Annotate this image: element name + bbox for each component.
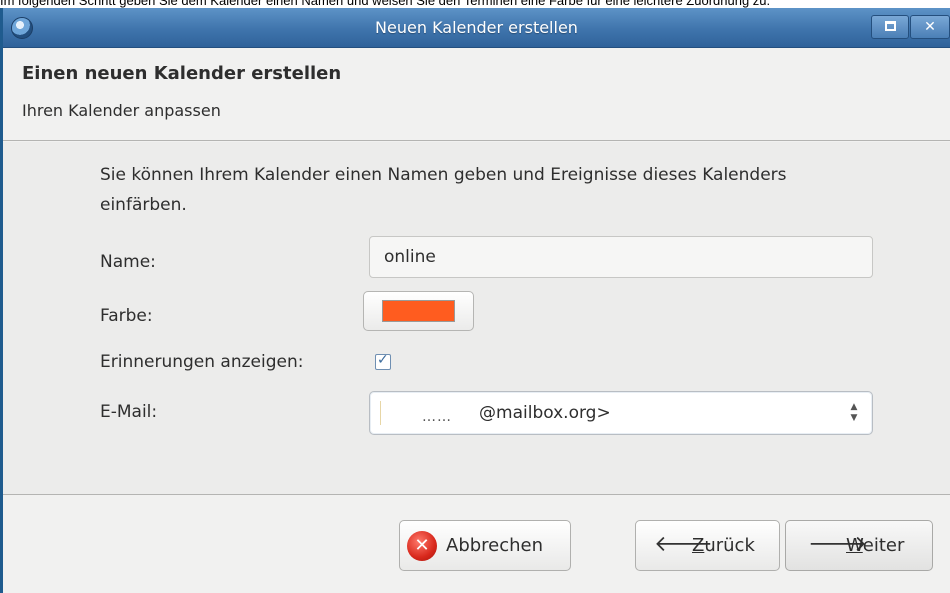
next-mnemonic: W: [846, 535, 863, 556]
email-domain-part: @mailbox.org>: [479, 403, 611, 423]
next-label: Weiter: [846, 521, 904, 570]
new-calendar-dialog: Neuen Kalender erstellen ✕ Einen neuen K…: [0, 8, 950, 593]
spin-up-icon: ▲: [850, 402, 858, 412]
back-label-rest: urück: [704, 535, 755, 556]
wizard-title: Einen neuen Kalender erstellen: [22, 63, 342, 84]
back-mnemonic: Z: [692, 535, 705, 556]
email-select-value: …… @mailbox.org>: [422, 392, 611, 435]
back-button[interactable]: 🡐 Zurück: [635, 520, 780, 571]
reminders-checkbox[interactable]: ✓: [375, 352, 391, 370]
back-label: Zurück: [692, 521, 755, 570]
email-redacted-part: ……: [422, 409, 452, 425]
maximize-button[interactable]: [871, 15, 909, 39]
window-title: Neuen Kalender erstellen: [375, 18, 578, 37]
color-swatch: [382, 300, 455, 322]
email-label: E-Mail:: [100, 402, 158, 422]
wizard-header: Einen neuen Kalender erstellen Ihren Kal…: [3, 49, 950, 141]
name-input[interactable]: online: [369, 236, 873, 278]
next-button[interactable]: 🡒 Weiter: [785, 520, 933, 571]
titlebar[interactable]: Neuen Kalender erstellen ✕: [3, 8, 950, 48]
close-icon: ✕: [924, 19, 936, 35]
wizard-footer: ✕ Abbrechen 🡐 Zurück 🡒 Weiter: [3, 494, 950, 593]
cancel-button[interactable]: ✕ Abbrechen: [399, 520, 571, 571]
intro-text: Sie können Ihrem Kalender einen Namen ge…: [100, 165, 787, 215]
wizard-subtitle: Ihren Kalender anpassen: [22, 101, 221, 120]
cancel-icon: ✕: [407, 531, 437, 561]
checkmark-icon: ✓: [377, 352, 389, 368]
color-label: Farbe:: [100, 306, 153, 326]
reminders-label: Erinnerungen anzeigen:: [100, 352, 304, 372]
color-picker-button[interactable]: [363, 291, 474, 331]
text-cursor: [380, 401, 381, 425]
next-label-rest: eiter: [862, 535, 905, 556]
name-label: Name:: [100, 252, 156, 272]
spin-down-icon: ▼: [850, 413, 858, 423]
maximize-icon: [884, 21, 896, 31]
cancel-label: Abbrechen: [446, 535, 544, 556]
close-button[interactable]: ✕: [910, 15, 950, 39]
page-caption: Im folgenden Schritt geben Sie dem Kalen…: [0, 0, 771, 8]
spin-arrows-icon[interactable]: ▲ ▼: [849, 402, 859, 424]
email-select[interactable]: …… @mailbox.org> ▲ ▼: [369, 391, 873, 435]
wizard-content: Sie können Ihrem Kalender einen Namen ge…: [3, 142, 950, 494]
